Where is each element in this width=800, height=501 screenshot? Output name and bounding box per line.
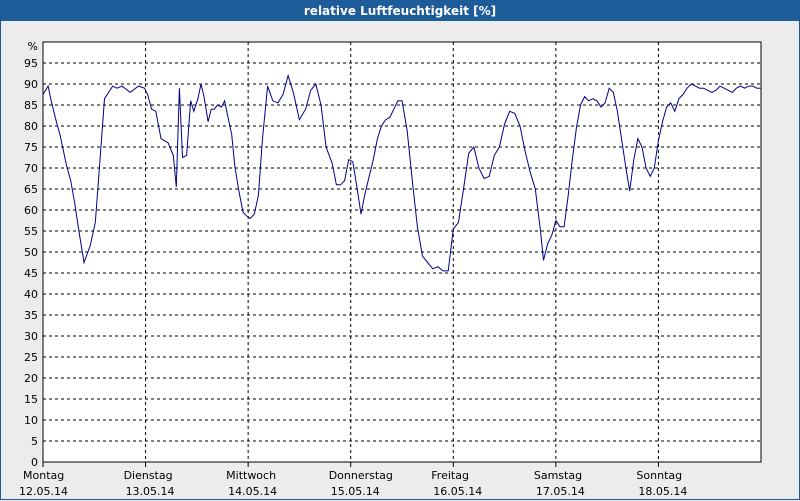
x-tick-date: 18.05.14 (638, 485, 687, 498)
y-tick-label: 55 (24, 225, 38, 238)
humidity-chart: % 0 5 10 15 20 25 30 35 40 45 50 55 60 65 70 75 80 85 90 95… (19, 40, 762, 498)
window-title: relative Luftfeuchtigkeit [%] (1, 1, 799, 21)
x-tick-day: Donnerstag (329, 469, 393, 482)
y-axis-unit-label: % (28, 40, 38, 53)
y-axis: 0 5 10 15 20 25 30 35 40 45 50 55 60 65 70 75 80 85 90 95 (24, 57, 38, 469)
y-tick-label: 50 (24, 246, 38, 259)
y-tick-label: 85 (24, 99, 38, 112)
x-tick-day: Freitag (431, 469, 469, 482)
y-tick-label: 0 (31, 456, 38, 469)
x-axis: Montag 12.05.14 Dienstag 13.05.14 Mittwoch 14… (19, 462, 687, 498)
x-tick-day: Sonntag (636, 469, 682, 482)
y-tick-label: 10 (24, 414, 38, 427)
y-tick-label: 30 (24, 330, 38, 343)
x-tick-date: 12.05.14 (19, 485, 68, 498)
y-tick-label: 70 (24, 162, 38, 175)
y-tick-label: 45 (24, 267, 38, 280)
y-tick-label: 15 (24, 393, 38, 406)
y-tick-label: 5 (31, 435, 38, 448)
y-tick-label: 25 (24, 351, 38, 364)
y-tick-label: 65 (24, 183, 38, 196)
y-tick-label: 40 (24, 288, 38, 301)
x-tick-day: Dienstag (124, 469, 173, 482)
y-tick-label: 35 (24, 309, 38, 322)
y-tick-label: 60 (24, 204, 38, 217)
x-tick-day: Montag (23, 469, 64, 482)
y-tick-label: 80 (24, 120, 38, 133)
x-tick-day: Mittwoch (226, 469, 276, 482)
y-tick-label: 90 (24, 78, 38, 91)
x-tick-date: 14.05.14 (228, 485, 277, 498)
y-tick-label: 75 (24, 141, 38, 154)
y-tick-label: 20 (24, 372, 38, 385)
chart-window: relative Luftfeuchtigkeit [%] % 0 5 10 15 20… (0, 0, 800, 500)
x-tick-date: 13.05.14 (126, 485, 175, 498)
x-tick-date: 15.05.14 (331, 485, 380, 498)
x-tick-day: Samstag (534, 469, 582, 482)
x-tick-date: 17.05.14 (536, 485, 585, 498)
x-tick-date: 16.05.14 (433, 485, 482, 498)
y-tick-label: 95 (24, 57, 38, 70)
